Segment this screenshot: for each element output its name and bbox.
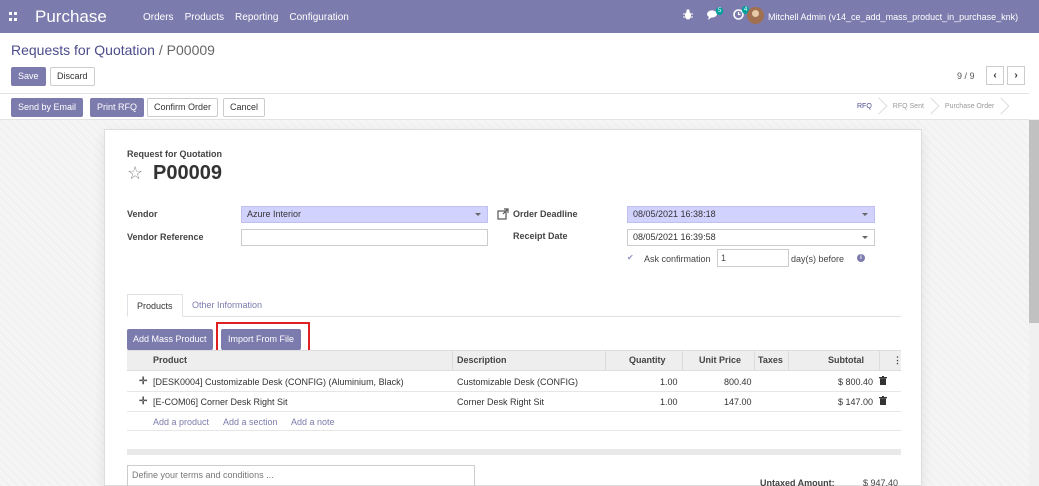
status-bar: RFQ RFQ Sent Purchase Order — [846, 98, 1004, 115]
top-navbar: Purchase Orders Products Reporting Confi… — [0, 0, 1039, 33]
tab-products[interactable]: Products — [127, 294, 183, 317]
days-before-label: day(s) before — [791, 254, 845, 264]
col-taxes[interactable]: Taxes — [758, 355, 783, 365]
add-mass-product-button[interactable]: Add Mass Product — [127, 329, 213, 350]
table-bottom-divider — [127, 430, 901, 431]
order-deadline-value: 08/05/2021 16:38:18 — [633, 209, 716, 219]
breadcrumb-current: P00009 — [166, 42, 215, 58]
delete-row-icon[interactable] — [879, 396, 887, 407]
menu-configuration[interactable]: Configuration — [289, 12, 348, 23]
info-icon[interactable]: i — [857, 254, 865, 262]
receipt-date-label: Receipt Date — [513, 231, 568, 241]
cell-quantity[interactable]: 1.00 — [660, 377, 678, 387]
order-deadline-field[interactable]: 08/05/2021 16:38:18 — [627, 206, 875, 223]
cell-description[interactable]: Customizable Desk (CONFIG) — [457, 377, 578, 387]
terms-and-conditions-field[interactable]: Define your terms and conditions ... — [127, 465, 475, 486]
vendor-reference-field[interactable] — [241, 229, 488, 246]
breadcrumb-separator: / — [158, 42, 163, 58]
confirm-order-button[interactable]: Confirm Order — [147, 98, 219, 117]
chevron-left-icon: ‹ — [993, 70, 997, 81]
column-separator — [879, 351, 880, 370]
cancel-button[interactable]: Cancel — [223, 98, 266, 117]
dropdown-caret-icon — [475, 213, 481, 216]
activities-clock-icon[interactable]: 4 — [733, 6, 750, 23]
add-note-link[interactable]: Add a note — [291, 417, 335, 427]
untaxed-amount-label: Untaxed Amount: — [760, 478, 835, 486]
pager-next-button[interactable]: › — [1007, 66, 1025, 85]
col-description[interactable]: Description — [457, 355, 507, 365]
star-icon[interactable]: ☆ — [127, 163, 143, 184]
dropdown-caret-icon — [862, 213, 868, 216]
cell-quantity[interactable]: 1.00 — [660, 397, 678, 407]
col-quantity[interactable]: Quantity — [629, 355, 666, 365]
status-purchase-order[interactable]: Purchase Order — [934, 98, 1004, 115]
cell-subtotal: $ 800.40 — [838, 377, 874, 387]
column-separator — [754, 351, 755, 370]
vendor-value: Azure Interior — [247, 209, 302, 219]
untaxed-amount-value: $ 947.40 — [863, 478, 899, 486]
status-rfq[interactable]: RFQ — [846, 98, 882, 115]
vendor-field[interactable]: Azure Interior — [241, 206, 488, 223]
cell-product[interactable]: [E-COM06] Corner Desk Right Sit — [153, 397, 288, 407]
discard-button[interactable]: Discard — [50, 67, 95, 86]
debug-bug-icon[interactable] — [683, 9, 693, 23]
vendor-label: Vendor — [127, 209, 158, 219]
header-divider — [0, 93, 1029, 94]
user-avatar[interactable] — [747, 7, 764, 24]
save-button[interactable]: Save — [11, 67, 46, 86]
col-product[interactable]: Product — [153, 355, 187, 365]
drag-handle-icon[interactable]: ✛ — [139, 376, 147, 387]
apps-menu-icon[interactable] — [9, 12, 18, 21]
app-brand[interactable]: Purchase — [35, 7, 107, 27]
table-footer-bar — [127, 449, 901, 455]
menu-orders[interactable]: Orders — [143, 12, 174, 23]
column-separator — [452, 351, 453, 370]
print-rfq-button[interactable]: Print RFQ — [90, 98, 145, 117]
receipt-date-value: 08/05/2021 16:39:58 — [633, 232, 716, 242]
messages-badge: 5 — [716, 6, 724, 15]
vendor-reference-label: Vendor Reference — [127, 232, 204, 242]
order-deadline-label: Order Deadline — [513, 209, 578, 219]
drag-handle-icon[interactable]: ✛ — [139, 396, 147, 407]
main-menu: Orders Products Reporting Configuration — [143, 12, 360, 23]
add-section-link[interactable]: Add a section — [223, 417, 278, 427]
table-header — [127, 350, 901, 371]
document-type: Request for Quotation — [127, 149, 222, 159]
receipt-date-field[interactable]: 08/05/2021 16:39:58 — [627, 229, 875, 246]
cell-unit-price[interactable]: 147.00 — [724, 397, 752, 407]
scrollbar-thumb[interactable] — [1029, 120, 1039, 323]
cell-subtotal: $ 147.00 — [838, 397, 874, 407]
cell-description[interactable]: Corner Desk Right Sit — [457, 397, 544, 407]
col-subtotal[interactable]: Subtotal — [828, 355, 864, 365]
chevron-right-icon: › — [1014, 70, 1018, 81]
menu-products[interactable]: Products — [185, 12, 224, 23]
col-unit-price[interactable]: Unit Price — [699, 355, 741, 365]
document-name: P00009 — [153, 162, 222, 184]
column-separator — [682, 351, 683, 370]
ask-confirmation-label: Ask confirmation — [644, 254, 711, 264]
add-product-link[interactable]: Add a product — [153, 417, 209, 427]
messages-icon[interactable]: 5 — [707, 6, 724, 23]
menu-reporting[interactable]: Reporting — [235, 12, 278, 23]
send-by-email-button[interactable]: Send by Email — [11, 98, 84, 117]
external-link-icon[interactable] — [497, 208, 509, 220]
cell-product[interactable]: [DESK0004] Customizable Desk (CONFIG) (A… — [153, 377, 404, 387]
pager-counter: 9 / 9 — [957, 71, 975, 81]
tab-other-information[interactable]: Other Information — [183, 294, 271, 317]
optional-columns-icon[interactable]: ⋮ — [893, 355, 902, 366]
column-separator — [788, 351, 789, 370]
column-separator — [605, 351, 606, 370]
dropdown-caret-icon — [862, 236, 868, 239]
checkbox-checked-icon[interactable]: ✔ — [627, 253, 634, 262]
status-rfq-sent[interactable]: RFQ Sent — [882, 98, 934, 115]
delete-row-icon[interactable] — [879, 376, 887, 387]
breadcrumb-parent[interactable]: Requests for Quotation — [11, 42, 155, 58]
pager-prev-button[interactable]: ‹ — [986, 66, 1004, 85]
user-menu[interactable]: Mitchell Admin (v14_ce_add_mass_product_… — [768, 12, 1018, 22]
breadcrumb: Requests for Quotation / P00009 — [11, 42, 215, 58]
cell-unit-price[interactable]: 800.40 — [724, 377, 752, 387]
days-before-input[interactable]: 1 — [717, 249, 789, 267]
